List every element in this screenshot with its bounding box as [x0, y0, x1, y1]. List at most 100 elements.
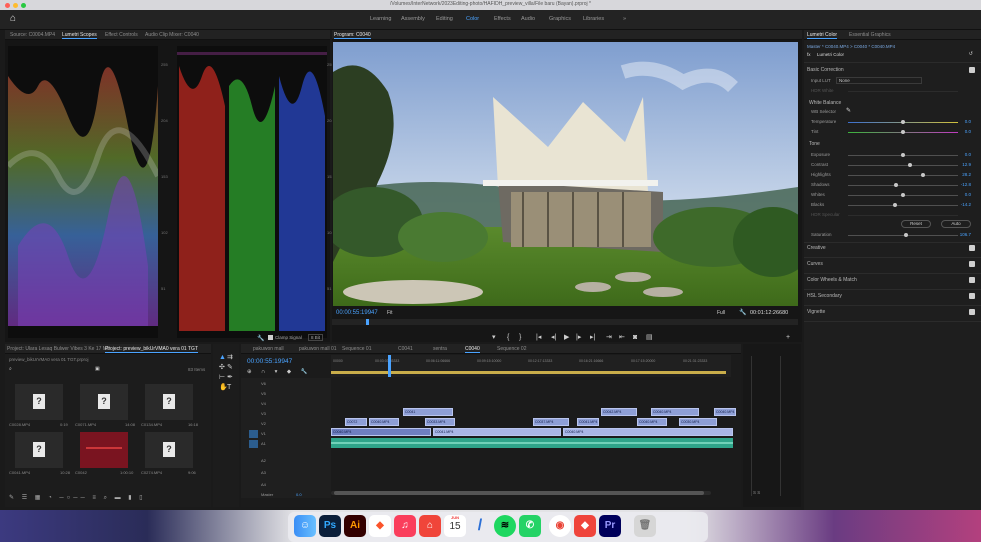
resolution-select[interactable]: Full: [717, 310, 725, 316]
color-wheels-header[interactable]: Color Wheels & Match: [807, 277, 857, 283]
master-value[interactable]: 0.0: [296, 492, 302, 497]
source-patch-v1[interactable]: [249, 430, 258, 438]
search-icon[interactable]: ⌕: [9, 366, 12, 372]
type-tool-icon[interactable]: T: [227, 384, 231, 391]
bit-depth-select[interactable]: 8 Bit: [308, 334, 324, 341]
exposure-value[interactable]: 0.0: [965, 152, 971, 157]
tab-audio-clip-mixer[interactable]: Audio Clip Mixer: C0040: [145, 32, 199, 38]
auto-button[interactable]: Auto: [941, 220, 971, 228]
effect-name[interactable]: Lumetri Color: [817, 52, 844, 57]
slider-knob[interactable]: [901, 120, 905, 124]
workspace-effects[interactable]: Effects: [494, 16, 511, 22]
track-v5[interactable]: V5: [261, 391, 266, 396]
reset-effect-icon[interactable]: ↺: [969, 51, 973, 57]
play-icon[interactable]: ▶: [564, 334, 569, 341]
blacks-value[interactable]: -14.2: [961, 202, 971, 207]
ripple-edit-tool-icon[interactable]: ✣: [219, 364, 225, 371]
slider-knob[interactable]: [907, 163, 912, 167]
brave-icon[interactable]: ◆: [369, 515, 391, 537]
slip-tool-icon[interactable]: ⊢: [219, 374, 225, 381]
tab-program[interactable]: Program: C0040: [334, 32, 371, 39]
tab-sequence[interactable]: C0041: [398, 346, 413, 352]
vignette-header[interactable]: Vignette: [807, 309, 825, 315]
mark-out-icon[interactable]: }: [519, 334, 521, 341]
slider-knob[interactable]: [901, 193, 905, 197]
button-editor-icon[interactable]: ▤: [646, 334, 653, 341]
track-a2[interactable]: A2: [261, 458, 266, 463]
premiere-icon[interactable]: Pr: [599, 515, 621, 537]
track-v6[interactable]: V6: [261, 381, 266, 386]
project-clip-thumbnail-red[interactable]: [80, 432, 128, 468]
slider-knob[interactable]: [894, 183, 899, 187]
track-v4[interactable]: V4: [261, 401, 266, 406]
video-clip[interactable]: C0041.MP4: [433, 428, 561, 436]
tab-lumetri-scopes[interactable]: Lumetri Scopes: [62, 32, 97, 39]
clip-source-line[interactable]: Master * C0040.MP4 > C0040 * C0040.MP4: [807, 44, 895, 49]
timeline-timecode[interactable]: 00:00:55:19947: [247, 358, 292, 365]
track-v3[interactable]: V3: [261, 411, 266, 416]
timeline-scrollbar[interactable]: [331, 491, 711, 495]
tab-sequence[interactable]: sentra: [433, 346, 447, 352]
track-a1[interactable]: A1: [261, 441, 266, 446]
whatsapp-icon[interactable]: ✆: [519, 515, 541, 537]
video-clip[interactable]: C0040.MP4: [331, 428, 431, 436]
temperature-slider[interactable]: [848, 120, 958, 124]
pen-tool-icon[interactable]: ✒: [227, 374, 233, 381]
wrench-icon[interactable]: 🔧: [739, 309, 746, 316]
trash-icon[interactable]: 🗑: [634, 515, 656, 537]
video-clip[interactable]: C0040.MP4: [637, 418, 667, 426]
new-bin-icon[interactable]: ▣: [95, 366, 100, 372]
tab-sequence[interactable]: Sequence 01: [342, 346, 371, 352]
tint-slider[interactable]: [848, 130, 958, 134]
workspace-assembly[interactable]: Assembly: [401, 16, 425, 22]
illustrator-icon[interactable]: Ai: [344, 515, 366, 537]
program-timecode[interactable]: 00:00:55:19947: [336, 310, 378, 316]
program-time-ruler[interactable]: [332, 319, 798, 325]
track-a3[interactable]: A3: [261, 470, 266, 475]
timeline-ruler[interactable]: 00000 00:03:03:03333 00:06:11:06666 00:0…: [331, 355, 731, 377]
project-clip-thumbnail[interactable]: ?: [15, 432, 63, 468]
video-clip[interactable]: C0041.MP4: [577, 418, 599, 426]
go-to-out-icon[interactable]: ▸|: [590, 334, 595, 341]
blacks-slider[interactable]: [848, 203, 958, 207]
tab-essential-graphics[interactable]: Essential Graphics: [849, 32, 891, 38]
chrome-icon[interactable]: ◉: [549, 515, 571, 537]
tab-sequence-active[interactable]: C0040: [465, 346, 480, 353]
tab-project-preview[interactable]: Project: preview_bikUrVMA0 vera 01 TGT: [105, 346, 198, 353]
mark-in-icon[interactable]: {: [507, 334, 509, 341]
scrollbar-thumb[interactable]: [334, 491, 704, 495]
shadows-slider[interactable]: [848, 183, 958, 187]
photoshop-icon[interactable]: Ps: [319, 515, 341, 537]
contrast-value[interactable]: 12.9: [962, 162, 971, 167]
highlights-value[interactable]: 28.2: [962, 172, 971, 177]
spotify-icon[interactable]: ≋: [494, 515, 516, 537]
clamp-signal-checkbox[interactable]: [268, 335, 273, 340]
video-clip[interactable]: C0037.MP4: [533, 418, 569, 426]
tab-effect-controls[interactable]: Effect Controls: [105, 32, 138, 38]
creative-checkbox[interactable]: [969, 245, 975, 251]
notes-icon[interactable]: /: [469, 515, 491, 537]
timeline-playhead[interactable]: [388, 355, 391, 377]
workspace-more[interactable]: »: [623, 16, 626, 22]
video-clip[interactable]: C0040.MP4: [563, 428, 733, 436]
overwrite-icon[interactable]: ⇤: [619, 334, 625, 341]
curves-checkbox[interactable]: [969, 261, 975, 267]
workspace-learning[interactable]: Learning: [370, 16, 391, 22]
track-v2[interactable]: V2: [261, 421, 266, 426]
fx-badge[interactable]: fx: [807, 52, 811, 57]
eyedropper-icon[interactable]: ✎: [846, 107, 851, 114]
video-clip[interactable]: C0033.MP4: [425, 418, 455, 426]
temperature-value[interactable]: 0.0: [965, 119, 971, 124]
tab-project-ulara[interactable]: Project: Ulara Lesaq Bulwer Vibes 3 Ke 1…: [7, 346, 110, 352]
anydesk-icon[interactable]: ◆: [574, 515, 596, 537]
contrast-slider[interactable]: [848, 163, 958, 167]
playhead[interactable]: [366, 319, 369, 325]
hsl-secondary-header[interactable]: HSL Secondary: [807, 293, 842, 299]
tab-source[interactable]: Source: C0004.MP4: [10, 32, 55, 38]
workspace-libraries[interactable]: Libraries: [583, 16, 604, 22]
home-icon[interactable]: ⌂: [10, 14, 21, 24]
wrench-icon[interactable]: 🔧: [257, 335, 264, 342]
video-clip[interactable]: C0030.MP4: [679, 418, 717, 426]
video-clip[interactable]: C0040.MP4: [714, 408, 736, 416]
project-clip-thumbnail[interactable]: ?: [145, 432, 193, 468]
